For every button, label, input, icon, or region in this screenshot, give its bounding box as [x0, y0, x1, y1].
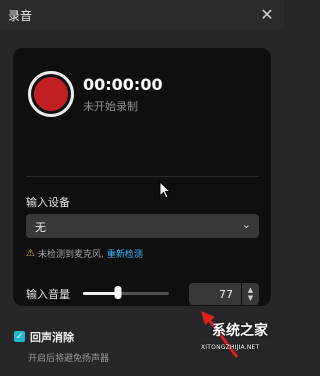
record-button[interactable] [28, 71, 74, 117]
volume-value-input[interactable]: 77 [189, 283, 241, 305]
echo-cancel-checkbox[interactable]: ✓ [14, 331, 25, 342]
volume-slider-handle[interactable] [114, 286, 122, 299]
volume-slider-fill [83, 292, 119, 295]
mouse-cursor-icon [159, 181, 171, 199]
stepper-down-icon[interactable]: ▼ [248, 294, 253, 302]
warning-text: 未检测到麦克风, [37, 249, 104, 260]
stepper-up-icon[interactable]: ▲ [248, 286, 253, 294]
record-dot-icon [34, 77, 68, 111]
volume-stepper[interactable]: ▲ ▼ [242, 283, 259, 305]
volume-slider[interactable] [83, 286, 169, 299]
echo-cancel-description: 开启后将避免扬声器 [28, 354, 110, 364]
device-warning: ⚠ 未检测到麦克风, 重新检测 [26, 246, 143, 260]
watermark-text: 系统之家 [212, 323, 268, 339]
input-device-select[interactable]: 无 ⌄ [26, 214, 259, 238]
watermark-logo: 系统之家 XITONGZHIJIA.NET [200, 316, 284, 376]
input-device-label: 输入设备 [26, 196, 70, 209]
input-device-value: 无 [35, 221, 46, 234]
title-bar: 录音 ✕ [0, 0, 284, 30]
recording-status: 未开始录制 [83, 100, 138, 113]
redetect-link[interactable]: 重新检测 [107, 247, 143, 260]
echo-cancel-label: 回声消除 [30, 331, 74, 344]
divider [26, 176, 259, 177]
recording-timer: 00:00:00 [83, 75, 163, 94]
check-icon: ✓ [15, 331, 24, 342]
chevron-down-icon: ⌄ [241, 218, 251, 231]
input-volume-label: 输入音量 [26, 288, 70, 301]
window-title: 录音 [8, 9, 33, 23]
watermark-url: XITONGZHIJIA.NET [201, 344, 260, 351]
warning-icon: ⚠ [26, 247, 35, 259]
close-icon[interactable]: ✕ [258, 5, 276, 24]
